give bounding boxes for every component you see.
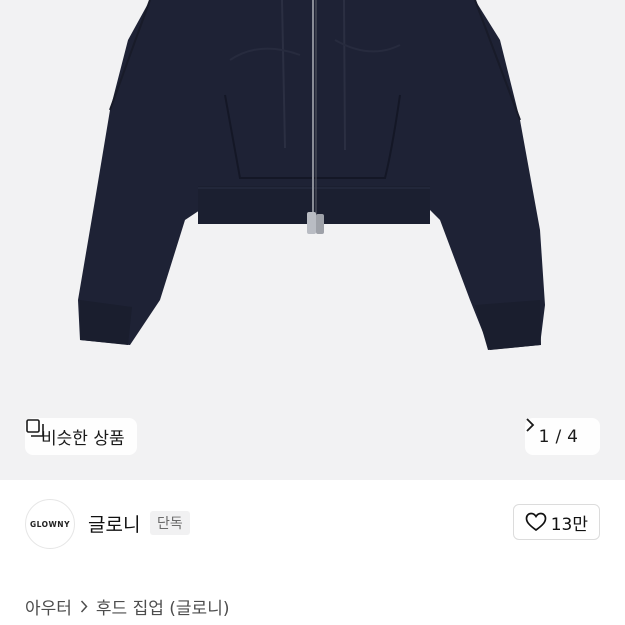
like-button[interactable]: 13만 bbox=[512, 504, 600, 540]
exclusive-badge: 단독 bbox=[150, 511, 190, 535]
brand-name[interactable]: 글로니 bbox=[88, 510, 140, 537]
breadcrumb-item-subcategory[interactable]: 후드 집업 (글로니) bbox=[96, 594, 230, 619]
chevron-right-icon bbox=[80, 600, 88, 613]
product-image[interactable]: 비슷한 상품 1 / 4 bbox=[0, 0, 625, 480]
similar-products-label: 비슷한 상품 bbox=[41, 429, 125, 449]
like-count: 13만 bbox=[550, 514, 588, 535]
brand-logo[interactable]: GLOWNY bbox=[25, 499, 75, 549]
brand-logo-text: GLOWNY bbox=[29, 519, 71, 529]
heart-icon bbox=[525, 512, 547, 532]
total-image-count: 4 bbox=[567, 426, 578, 447]
breadcrumb-item-category[interactable]: 아우터 bbox=[25, 594, 72, 619]
brand-row: GLOWNY 글로니 단독 13만 bbox=[0, 480, 625, 568]
hoodie-photo bbox=[78, 0, 545, 350]
current-image-index: 1 bbox=[538, 426, 550, 447]
breadcrumb: 아우터 후드 집업 (글로니) bbox=[25, 594, 229, 619]
image-counter[interactable]: 1 / 4 bbox=[524, 418, 600, 455]
similar-products-button[interactable]: 비슷한 상품 bbox=[25, 418, 137, 455]
counter-separator: / bbox=[555, 426, 562, 447]
